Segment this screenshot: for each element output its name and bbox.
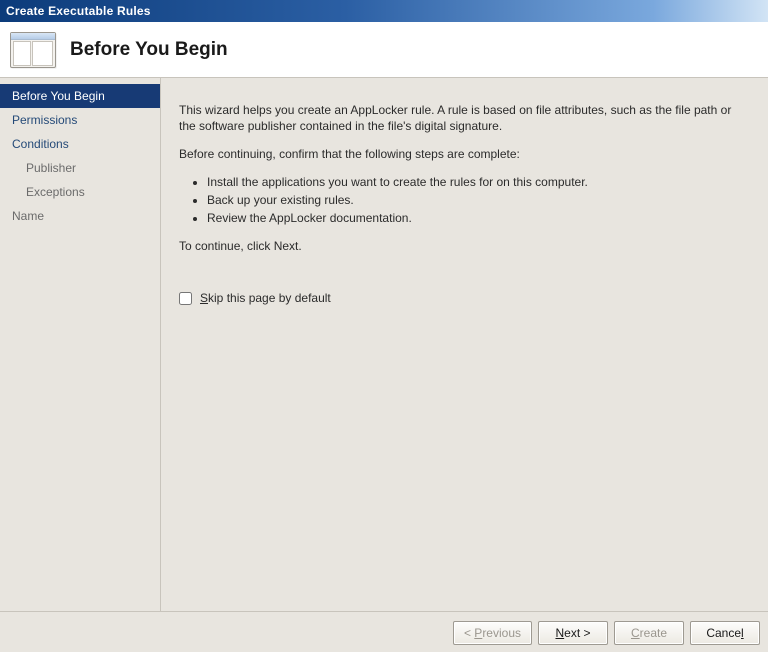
create-button[interactable]: Create: [614, 621, 684, 645]
cancel-button[interactable]: Cancel: [690, 621, 760, 645]
step-publisher[interactable]: Publisher: [0, 156, 160, 180]
prereq-item: Back up your existing rules.: [207, 192, 742, 208]
wizard-steps-sidebar: Before You Begin Permissions Conditions …: [0, 78, 161, 611]
prereq-item: Review the AppLocker documentation.: [207, 210, 742, 226]
window-titlebar: Create Executable Rules: [0, 0, 768, 22]
prereq-item: Install the applications you want to cre…: [207, 174, 742, 190]
step-exceptions[interactable]: Exceptions: [0, 180, 160, 204]
intro-text: This wizard helps you create an AppLocke…: [179, 102, 742, 134]
wizard-content: This wizard helps you create an AppLocke…: [161, 78, 768, 611]
wizard-footer: < Previous Next > Create Cancel: [0, 611, 768, 652]
step-conditions[interactable]: Conditions: [0, 132, 160, 156]
prereq-list: Install the applications you want to cre…: [179, 174, 742, 226]
confirm-text: Before continuing, confirm that the foll…: [179, 146, 742, 162]
step-name[interactable]: Name: [0, 204, 160, 228]
next-button[interactable]: Next >: [538, 621, 608, 645]
continue-text: To continue, click Next.: [179, 238, 742, 254]
wizard-header: Before You Begin: [0, 22, 768, 78]
window-title: Create Executable Rules: [6, 4, 151, 18]
page-title: Before You Begin: [70, 39, 228, 61]
wizard-icon: [10, 32, 56, 68]
skip-page-checkbox[interactable]: [179, 292, 192, 305]
step-permissions[interactable]: Permissions: [0, 108, 160, 132]
previous-button[interactable]: < Previous: [453, 621, 532, 645]
step-before-you-begin[interactable]: Before You Begin: [0, 84, 160, 108]
skip-page-label[interactable]: Skip this page by default: [200, 290, 331, 306]
